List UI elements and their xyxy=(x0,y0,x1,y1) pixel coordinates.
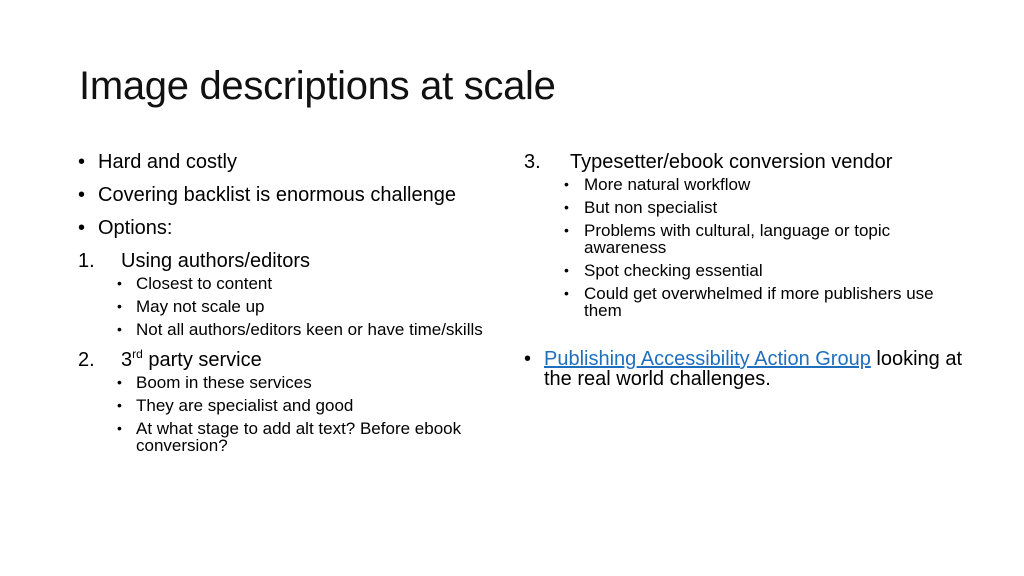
bullet-icon: • xyxy=(78,151,86,173)
sub-bullet-text: But non specialist xyxy=(584,198,718,217)
sub-bullet-text: Boom in these services xyxy=(136,373,312,392)
sub-bullet-item: • May not scale up xyxy=(78,298,498,315)
sub-bullet-text: Could get overwhelmed if more publishers… xyxy=(584,284,934,320)
sub-bullet-item: • Not all authors/editors keen or have t… xyxy=(78,321,498,338)
sub-list: • Closest to content • May not scale up … xyxy=(78,275,498,338)
sub-bullet-item: • They are specialist and good xyxy=(78,397,498,414)
numbered-item: 2. 3rd party service xyxy=(78,347,498,371)
sub-bullet-item: • More natural workflow xyxy=(524,176,964,193)
bullet-icon: • xyxy=(117,397,122,413)
sub-bullet-item: • Problems with cultural, language or to… xyxy=(524,222,964,256)
bullet-icon: • xyxy=(117,298,122,314)
sub-bullet-item: • Boom in these services xyxy=(78,374,498,391)
numbered-item: 1. Using authors/editors xyxy=(78,251,498,271)
bullet-text: Options: xyxy=(98,217,173,239)
bullet-icon: • xyxy=(78,184,86,206)
item-label-suffix: party service xyxy=(142,349,262,371)
sub-bullet-item: • Closest to content xyxy=(78,275,498,292)
bullet-icon: • xyxy=(524,348,532,370)
bullet-icon: • xyxy=(117,420,122,436)
sub-bullet-text: Spot checking essential xyxy=(584,261,763,280)
sub-bullet-text: May not scale up xyxy=(136,297,265,316)
sub-bullet-item: • But non specialist xyxy=(524,199,964,216)
bullet-icon: • xyxy=(564,222,569,238)
sub-bullet-item: • Spot checking essential xyxy=(524,262,964,279)
sub-bullet-text: They are specialist and good xyxy=(136,396,354,415)
item-label-prefix: 3 xyxy=(121,349,133,371)
left-column: • Hard and costly • Covering backlist is… xyxy=(78,152,498,460)
item-number: 1. xyxy=(78,250,95,272)
sub-bullet-text: Not all authors/editors keen or have tim… xyxy=(136,320,483,339)
item-label: 3rd party service xyxy=(78,347,498,371)
item-label: Typesetter/ebook conversion vendor xyxy=(570,151,893,173)
item-number: 3. xyxy=(524,151,541,173)
sub-bullet-item: • Could get overwhelmed if more publishe… xyxy=(524,285,964,319)
bullet-item: • Options: xyxy=(78,218,498,238)
bullet-text: Publishing Accessibility Action Group lo… xyxy=(524,349,964,389)
sub-bullet-text: Closest to content xyxy=(136,274,273,293)
bullet-icon: • xyxy=(78,217,86,239)
bullet-text: Hard and costly xyxy=(98,151,237,173)
bullet-text: Covering backlist is enormous challenge xyxy=(98,184,456,206)
sub-list: • More natural workflow • But non specia… xyxy=(524,176,964,319)
paag-link[interactable]: Publishing Accessibility Action Group xyxy=(544,348,871,370)
sub-bullet-text: Problems with cultural, language or topi… xyxy=(584,221,891,257)
sub-list: • Boom in these services • They are spec… xyxy=(78,374,498,454)
item-label-superscript: rd xyxy=(132,347,143,361)
bullet-item: • Publishing Accessibility Action Group … xyxy=(524,349,964,389)
bullet-icon: • xyxy=(564,285,569,301)
bullet-item: • Covering backlist is enormous challeng… xyxy=(78,185,498,205)
sub-bullet-item: • At what stage to add alt text? Before … xyxy=(78,420,498,454)
bullet-icon: • xyxy=(117,321,122,337)
bullet-icon: • xyxy=(564,199,569,215)
sub-bullet-text: More natural workflow xyxy=(584,175,751,194)
item-number: 2. xyxy=(78,349,95,371)
bullet-icon: • xyxy=(564,176,569,192)
bullet-item: • Hard and costly xyxy=(78,152,498,172)
bullet-icon: • xyxy=(117,374,122,390)
slide-title: Image descriptions at scale xyxy=(79,64,556,108)
right-column: 3. Typesetter/ebook conversion vendor • … xyxy=(524,152,964,402)
bullet-icon: • xyxy=(117,275,122,291)
numbered-item: 3. Typesetter/ebook conversion vendor xyxy=(524,152,964,172)
item-label: Using authors/editors xyxy=(121,250,310,272)
bullet-icon: • xyxy=(564,262,569,278)
sub-bullet-text: At what stage to add alt text? Before eb… xyxy=(136,419,462,455)
